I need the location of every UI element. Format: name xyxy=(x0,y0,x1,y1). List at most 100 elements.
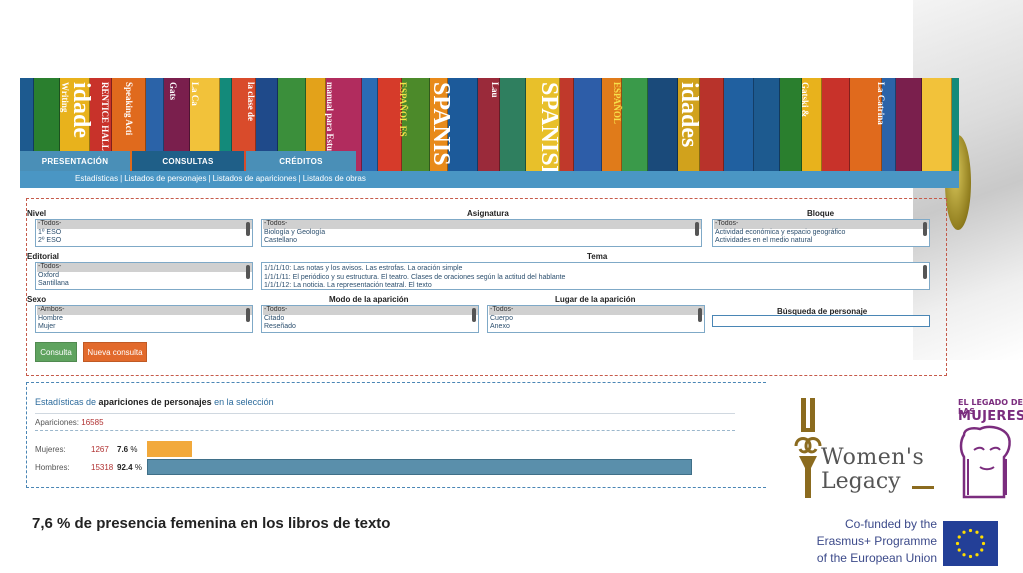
stats-title: Estadísticas de apariciones de personaje… xyxy=(35,397,274,407)
subnav-separator: | xyxy=(208,174,211,183)
modo-option[interactable]: -Todos- xyxy=(263,306,478,315)
book-spine-title: la clase de xyxy=(246,82,256,121)
tab-consultas[interactable]: CONSULTAS xyxy=(132,151,244,172)
consulta-button[interactable]: Consulta xyxy=(35,342,77,362)
book-spine-title: ESPAÑOL ES xyxy=(398,82,408,137)
sexo-label: Sexo xyxy=(27,295,47,304)
tema-scrollbar[interactable] xyxy=(923,265,927,279)
eu-star xyxy=(975,553,979,557)
modo-scrollbar[interactable] xyxy=(472,308,476,322)
subnav-listados-apariciones[interactable]: Listados de apariciones xyxy=(213,174,297,183)
legado-text-2: MUJERES xyxy=(958,409,1023,424)
eu-star xyxy=(980,535,984,539)
bloque-option[interactable]: Actividad económica y espacio geográfico xyxy=(714,229,929,238)
modo-select[interactable]: -Todos- Citado Reseñado xyxy=(261,305,479,333)
tab-creditos[interactable]: CRÉDITOS xyxy=(246,151,356,172)
book-spine xyxy=(574,78,602,171)
bloque-option[interactable]: -Todos- xyxy=(714,220,929,229)
bloque-select[interactable]: -Todos- Actividad económica y espacio ge… xyxy=(712,219,930,247)
nivel-option[interactable]: -Todos- xyxy=(37,220,252,229)
editorial-option[interactable]: Oxford xyxy=(37,272,252,281)
book-spine-title: RENTICE HALL xyxy=(100,82,110,151)
book-spine-title: La Catrina xyxy=(876,82,886,125)
book-spine-title: Speaking Acti xyxy=(124,82,134,136)
sexo-option[interactable]: -Ambos- xyxy=(37,306,252,315)
book-spine xyxy=(922,78,952,171)
subnav-separator: | xyxy=(120,174,123,183)
slide-caption: 7,6 % de presencia femenina en los libro… xyxy=(32,515,391,532)
nivel-scrollbar[interactable] xyxy=(246,222,250,236)
bloque-scrollbar[interactable] xyxy=(923,222,927,236)
tema-option[interactable]: 1/1/1/12: La noticia. La representación … xyxy=(263,282,929,289)
bloque-label: Bloque xyxy=(807,209,835,218)
eu-star xyxy=(962,530,966,534)
nivel-select[interactable]: -Todos- 1º ESO 2º ESO xyxy=(35,219,253,247)
asignatura-option[interactable]: Castellano xyxy=(263,237,701,246)
nivel-option[interactable]: 1º ESO xyxy=(37,229,252,238)
subnav-listados-personajes[interactable]: Listados de personajes xyxy=(124,174,206,183)
tema-option[interactable]: 1/1/1/11: El periódico y su estructura. … xyxy=(263,274,929,283)
sexo-option[interactable]: Hombre xyxy=(37,315,252,324)
lugar-scrollbar[interactable] xyxy=(698,308,702,322)
subnav-estadisticas[interactable]: Estadísticas xyxy=(75,174,118,183)
editorial-option[interactable]: -Todos- xyxy=(37,263,252,272)
book-spine-title: idades xyxy=(676,82,702,148)
eu-text-3: of the European Union xyxy=(816,551,937,565)
divider xyxy=(35,430,735,431)
mujeres-pct: 7.6 % xyxy=(117,445,137,454)
hombres-pct-suffix: % xyxy=(134,463,142,472)
book-spine xyxy=(648,78,678,171)
sexo-select[interactable]: -Ambos- Hombre Mujer xyxy=(35,305,253,333)
book-spine xyxy=(560,78,574,171)
subnav-separator: | xyxy=(298,174,301,183)
apariciones-label: Apariciones: xyxy=(35,418,80,427)
book-spine-title: ESPAÑOL xyxy=(612,82,622,124)
nivel-option[interactable]: 2º ESO xyxy=(37,237,252,246)
mujeres-count: 1267 xyxy=(91,445,109,454)
book-spine xyxy=(822,78,850,171)
modo-option[interactable]: Reseñado xyxy=(263,323,478,332)
eu-flag-icon xyxy=(943,521,998,566)
sexo-option[interactable]: Mujer xyxy=(37,323,252,332)
editorial-option[interactable]: Santillana xyxy=(37,280,252,289)
stats-title-pre: Estadísticas de xyxy=(35,397,97,407)
eu-star xyxy=(957,535,961,539)
lugar-label: Lugar de la aparición xyxy=(555,295,636,304)
book-spine xyxy=(724,78,754,171)
sexo-scrollbar[interactable] xyxy=(246,308,250,322)
editorial-label: Editorial xyxy=(27,252,60,261)
lugar-option[interactable]: -Todos- xyxy=(489,306,704,315)
asignatura-option[interactable]: Biología y Geología xyxy=(263,229,701,238)
tema-option[interactable]: 1/1/1/10: Las notas y los avisos. Las es… xyxy=(263,265,929,274)
lugar-option[interactable]: Cuerpo xyxy=(489,315,704,324)
lugar-select[interactable]: -Todos- Cuerpo Anexo xyxy=(487,305,705,333)
modo-option[interactable]: Citado xyxy=(263,315,478,324)
hombres-label: Hombres: xyxy=(35,463,70,472)
tab-presentacion[interactable]: PRESENTACIÓN xyxy=(20,151,130,172)
eu-star xyxy=(975,530,979,534)
busqueda-input[interactable] xyxy=(712,315,930,327)
book-spine-title: Gats xyxy=(168,82,178,100)
asignatura-option[interactable]: -Todos- xyxy=(263,220,701,229)
asignatura-scrollbar[interactable] xyxy=(695,222,699,236)
editorial-scrollbar[interactable] xyxy=(246,265,250,279)
sub-navigation: Estadísticas | Listados de personajes | List… xyxy=(20,171,959,188)
apariciones-value: 16585 xyxy=(81,418,104,427)
editorial-select[interactable]: -Todos- Oxford Santillana xyxy=(35,262,253,290)
tema-select[interactable]: 1/1/1/10: Las notas y los avisos. Las es… xyxy=(261,262,930,290)
hombres-count: 15318 xyxy=(91,463,114,472)
tema-label: Tema xyxy=(587,252,608,261)
book-spine xyxy=(622,78,648,171)
eu-text-2: Erasmus+ Programme xyxy=(816,534,937,548)
womens-legacy-text-2: Legacy xyxy=(821,469,901,494)
bloque-option[interactable]: Actividades en el medio natural xyxy=(714,237,929,246)
book-spine xyxy=(362,78,378,171)
lugar-option[interactable]: Anexo xyxy=(489,323,704,332)
eu-star xyxy=(955,541,960,546)
nueva-consulta-button[interactable]: Nueva consulta xyxy=(83,342,147,362)
subnav-listados-obras[interactable]: Listados de obras xyxy=(303,174,366,183)
stats-title-bold: apariciones de personajes xyxy=(98,397,212,407)
book-spine xyxy=(952,78,959,171)
asignatura-select[interactable]: -Todos- Biología y Geología Castellano xyxy=(261,219,702,247)
womens-legacy-underline xyxy=(912,486,934,489)
